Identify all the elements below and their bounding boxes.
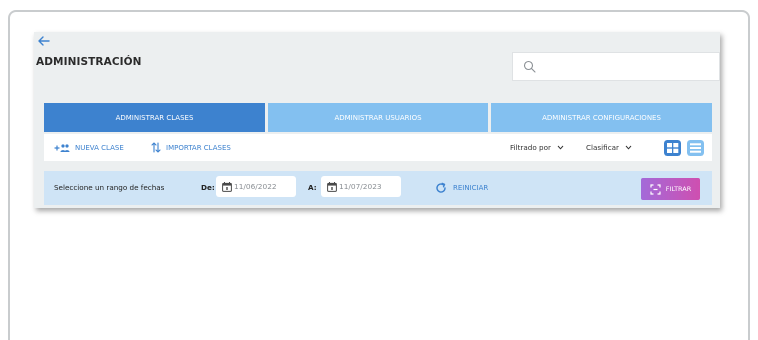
sort-dropdown[interactable]: Clasificar bbox=[586, 134, 632, 161]
to-label: A: bbox=[308, 183, 317, 192]
calendar-icon bbox=[327, 181, 337, 192]
filter-by-dropdown[interactable]: Filtrado por bbox=[510, 134, 564, 161]
reset-label: REINICIAR bbox=[453, 184, 489, 192]
from-date-value: 11/06/2022 bbox=[234, 182, 277, 191]
reset-button[interactable]: REINICIAR bbox=[435, 178, 488, 198]
to-date-field[interactable]: 11/07/2023 bbox=[321, 176, 401, 197]
back-arrow-icon[interactable] bbox=[37, 34, 51, 48]
refresh-icon bbox=[436, 182, 446, 193]
chevron-down-icon bbox=[557, 145, 564, 150]
tab-administrar-clases[interactable]: ADMINISTRAR CLASES bbox=[44, 103, 265, 132]
filter-icon bbox=[650, 183, 661, 195]
date-range-bar: Seleccione un rango de fechas De: 11/06/… bbox=[44, 171, 712, 205]
sort-label: Clasificar bbox=[586, 143, 620, 152]
add-group-icon bbox=[54, 143, 70, 152]
page-title: ADMINISTRACIÓN bbox=[36, 56, 142, 68]
calendar-icon bbox=[222, 181, 232, 192]
from-date-field[interactable]: 11/06/2022 bbox=[216, 176, 296, 197]
date-range-prompt: Seleccione un rango de fechas bbox=[54, 183, 165, 192]
new-class-label: NUEVA CLASE bbox=[75, 143, 124, 152]
admin-panel: ADMINISTRACIÓN ADMINISTRAR CLASES ADMINI… bbox=[34, 32, 720, 208]
to-date-value: 11/07/2023 bbox=[339, 182, 382, 191]
filter-by-label: Filtrado por bbox=[510, 143, 551, 152]
tab-administrar-usuarios[interactable]: ADMINISTRAR USUARIOS bbox=[268, 103, 488, 132]
import-arrows-icon bbox=[151, 142, 161, 153]
search-input[interactable] bbox=[543, 57, 717, 78]
filter-label: FILTRAR bbox=[665, 185, 692, 193]
import-classes-button[interactable]: IMPORTAR CLASES bbox=[151, 134, 231, 161]
search-box[interactable] bbox=[512, 52, 720, 81]
grid-view-icon[interactable] bbox=[664, 140, 681, 156]
list-view-icon[interactable] bbox=[687, 140, 704, 156]
chevron-down-icon bbox=[625, 145, 632, 150]
from-label: De: bbox=[201, 183, 215, 192]
new-class-button[interactable]: NUEVA CLASE bbox=[54, 134, 124, 161]
toolbar: NUEVA CLASE IMPORTAR CLASES Filtrado por… bbox=[44, 134, 712, 161]
search-icon bbox=[523, 60, 536, 73]
import-classes-label: IMPORTAR CLASES bbox=[166, 143, 231, 152]
filter-button[interactable]: FILTRAR bbox=[641, 178, 700, 200]
tab-administrar-configuraciones[interactable]: ADMINISTRAR CONFIGURACIONES bbox=[491, 103, 712, 132]
